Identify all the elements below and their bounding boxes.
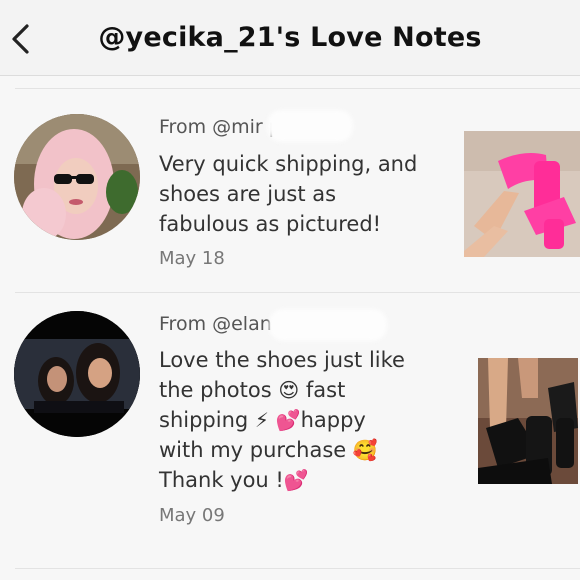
- redaction-blur: [267, 110, 353, 142]
- note-date: May 18: [159, 248, 225, 269]
- shoe-photo: [464, 131, 580, 257]
- back-button[interactable]: [8, 22, 34, 56]
- note-sender[interactable]: From @mir phile: [159, 110, 353, 142]
- note-message: Very quick shipping, and shoes are just …: [159, 152, 418, 236]
- two-hearts-emoji: 💕: [283, 468, 309, 492]
- shoe-photo: [478, 358, 578, 484]
- header-bar: @yecika_21's Love Notes: [0, 0, 580, 76]
- divider: [15, 568, 580, 569]
- two-hearts-emoji: 💕: [275, 408, 301, 432]
- note-date: May 09: [159, 505, 225, 526]
- lightning-emoji: ⚡: [254, 408, 269, 432]
- avatar-photo: [14, 311, 140, 437]
- page-title: @yecika_21's Love Notes: [98, 22, 482, 53]
- smiling-hearts-emoji: 🥰: [352, 438, 378, 462]
- avatar-photo: [14, 114, 140, 240]
- note-message: Love the shoes just like the photos 😍 fa…: [159, 348, 405, 492]
- note-sender[interactable]: From @elan eek: [159, 309, 387, 341]
- divider: [15, 88, 580, 89]
- avatar[interactable]: [14, 114, 140, 240]
- divider: [15, 292, 580, 293]
- chevron-left-icon: [12, 24, 29, 54]
- product-thumbnail[interactable]: [478, 358, 578, 484]
- heart-eyes-emoji: 😍: [278, 378, 300, 402]
- redaction-blur: [269, 309, 387, 341]
- avatar[interactable]: [14, 311, 140, 437]
- product-thumbnail[interactable]: [464, 131, 580, 257]
